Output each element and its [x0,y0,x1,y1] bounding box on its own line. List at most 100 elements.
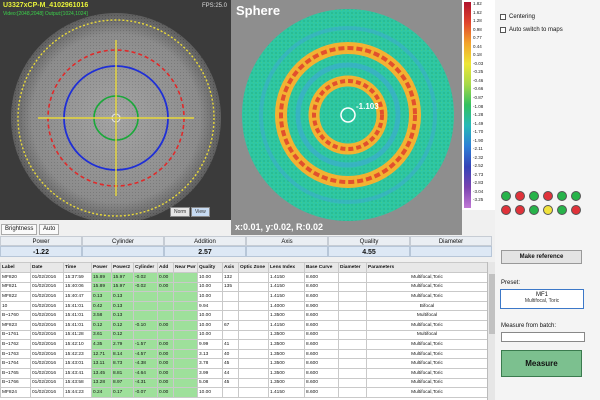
table-cell [338,281,367,293]
checkbox-box[interactable] [500,14,506,20]
table-cell: 15:44:23 [63,387,92,398]
scale-label: -2.32 [473,154,484,160]
status-indicator-dot [543,191,553,201]
column-header[interactable]: Diameter [338,262,367,273]
column-header[interactable]: Optic Zone [238,262,269,273]
table-scrollbar[interactable] [487,262,495,400]
table-cell: 01/02/2016 [30,339,64,350]
column-header[interactable]: Time [63,262,92,273]
table-row[interactable]: MF822 01/02/2016 15:40:47 0.13 0.13 10.00 1.41… [0,291,488,302]
table-cell: B~1762 [0,339,31,350]
table-cell: 2.79 [111,339,134,350]
preset-selector[interactable]: MF1 Multifocal, Toric [500,289,584,309]
table-cell: 15.89 [91,272,112,283]
tab-auto[interactable]: Auto [39,224,60,235]
table-cell [173,319,198,331]
table-cell [238,367,269,379]
batch-input[interactable] [501,332,585,342]
norm-button[interactable]: Norm [170,207,191,217]
scale-label: -2.83 [473,180,484,186]
table-cell: 10.00 [197,281,223,293]
summary-quality: Quality 4.55 [328,236,410,257]
column-header[interactable]: Axis [222,262,239,273]
centering-checkbox[interactable]: Centering [500,14,535,20]
table-cell [238,329,269,341]
table-cell: 01/02/2016 [30,367,64,379]
table-cell: 0.00 [157,319,174,331]
column-header[interactable]: Near Pwr [173,262,198,273]
table-cell: 40 [222,348,239,360]
table-cell: 0.00 [157,387,174,398]
table-cell [222,387,239,398]
table-cell [133,300,158,312]
table-cell: 15:43:01 [63,358,92,369]
table-cell [173,377,198,389]
table-cell [173,367,198,379]
table-cell: 8.14 [111,348,134,360]
make-reference-button[interactable]: Make reference [501,250,582,264]
scale-label: 1.82 [473,1,482,6]
scale-label: 1.28 [473,18,482,24]
sphere-map[interactable]: Sphere -1.103 x:0.01, y:0.02, R:0.02 [231,0,462,235]
table-row[interactable]: B~1760 01/02/2016 15:41:01 3.58 0.13 10.00 1.3… [0,310,488,321]
status-indicator-dot [529,205,539,215]
scale-label: -0.25 [473,69,484,75]
table-row[interactable]: 10 01/02/2016 15:41:01 0.42 0.13 9.94 1.4000 8.… [0,300,488,312]
measure-button[interactable]: Measure [501,350,582,377]
column-header[interactable]: Label [0,262,31,273]
camera-subtitle: Video:[2048,2048] Output:[1024,1024] [3,11,88,17]
table-row[interactable]: B~1766 01/02/2016 15:43:58 13.28 8.97 -4.31 0.… [0,377,488,389]
column-header[interactable]: Base Curve [304,262,339,273]
table-cell: 4.35 [91,339,112,350]
column-header[interactable]: Lens Index [268,262,305,273]
table-cell [133,329,158,341]
table-row[interactable]: MF823 01/02/2016 15:41:01 0.12 0.12 -0.10 0.00… [0,319,488,331]
table-row[interactable]: B~1764 01/02/2016 15:43:01 13.11 8.73 -4.38 0.… [0,358,488,369]
measurement-table[interactable]: Label Date Time Power Power2 Cylinder Add Near … [0,262,495,400]
table-row[interactable]: MF824 01/02/2016 15:44:23 0.24 0.17 -0.07 0.00… [0,387,488,398]
table-cell: 8.600 [304,387,339,398]
table-cell [173,329,198,341]
table-cell: 01/02/2016 [30,377,64,389]
column-header[interactable]: Cylinder [133,262,158,273]
column-header[interactable]: Add [157,262,174,273]
table-cell [238,300,269,312]
table-row[interactable]: MF820 01/02/2016 15:37:59 15.89 15.97 -0.02 0.… [0,272,488,283]
scale-label: -0.66 [473,86,484,92]
status-indicator-dot [543,205,553,215]
table-cell: 0.42 [91,300,112,312]
column-header[interactable]: Date [30,262,64,273]
table-cell: 8.600 [304,319,339,331]
tab-brightness[interactable]: Brightness [1,224,38,235]
scale-label: 0.44 [473,43,482,49]
table-cell: 8.97 [111,377,134,389]
table-cell: 132 [222,272,239,283]
table-cell: 0.13 [111,300,134,312]
table-row[interactable]: MF821 01/02/2016 15:40:06 15.89 15.97 -0.02 0.… [0,281,488,293]
table-cell: -0.07 [133,387,158,398]
table-row[interactable]: B~1762 01/02/2016 15:42:10 4.35 2.79 -1.57 0.0… [0,339,488,350]
column-header[interactable]: Quality [197,262,223,273]
color-scale: 1.82 1.62 1.28 0.98 0.77 0.44 0.18 -0.03 -0.25 -0… [462,0,495,210]
table-cell: 15:37:59 [63,272,92,283]
table-row[interactable]: B~1761 01/02/2016 15:41:28 3.61 0.12 10.00 1.3… [0,329,488,341]
table-cell [338,300,367,312]
table-row[interactable]: B~1765 01/02/2016 15:43:41 13.45 8.81 -4.64 0.… [0,367,488,379]
table-cell: 1.3500 [268,377,305,389]
column-header[interactable]: Power [91,262,112,273]
column-header[interactable]: Power2 [111,262,134,273]
camera-title: U3327xCP-M_4102961016 [3,2,89,9]
view-button[interactable]: View [191,207,210,217]
summary-label: Power [0,236,82,246]
auto-switch-checkbox[interactable]: Auto switch to maps [500,27,563,33]
column-header[interactable]: Parameters [366,262,488,273]
table-cell: 41 [222,339,239,350]
camera-view[interactable]: U3327xCP-M_4102961016 Video:[2048,2048] … [0,0,231,220]
scale-label: 1.62 [473,9,482,15]
checkbox-box[interactable] [500,27,506,33]
summary-value [410,246,492,257]
table-row[interactable]: B~1763 01/02/2016 15:42:23 12.71 8.14 -4.57 0.… [0,348,488,360]
status-indicator-dot [557,205,567,215]
fps-readout: FPS:25.0 [201,3,227,9]
app-window: U3327xCP-M_4102961016 Video:[2048,2048] … [0,0,600,400]
